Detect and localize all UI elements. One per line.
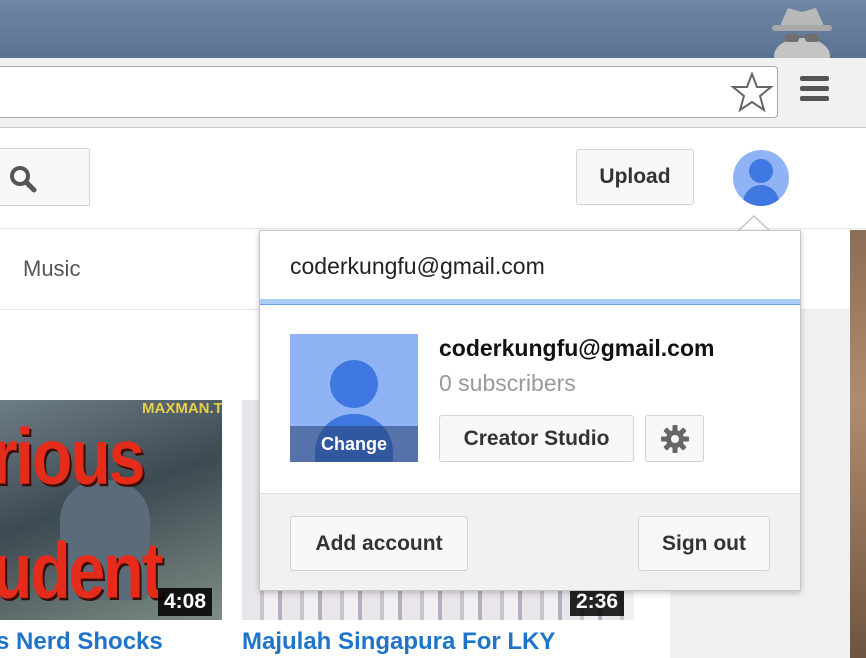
video-title-link[interactable]: Majulah Singapura For LKY xyxy=(242,628,555,656)
video-title-link[interactable]: s Nerd Shocks xyxy=(0,628,163,656)
add-account-button[interactable]: Add account xyxy=(290,516,468,571)
upload-button[interactable]: Upload xyxy=(576,149,694,205)
channel-email: coderkungfu@gmail.com xyxy=(439,335,715,361)
masthead: Upload xyxy=(0,129,866,229)
search-button[interactable] xyxy=(0,148,90,206)
search-icon xyxy=(10,166,37,193)
channel-photo[interactable]: Change xyxy=(290,334,418,462)
video-duration: 4:08 xyxy=(158,588,213,616)
desktop-background-edge xyxy=(850,230,866,658)
menu-bar xyxy=(800,86,829,91)
video-thumbnail[interactable]: MAXMAN.TV rious udent xyxy=(0,400,222,620)
browser-titlebar xyxy=(0,0,866,58)
current-account-email: coderkungfu@gmail.com xyxy=(290,253,545,279)
hamburger-menu-icon[interactable] xyxy=(796,76,834,110)
nav-item-music[interactable]: Music xyxy=(23,256,80,282)
video-duration: 2:36 xyxy=(570,588,625,616)
account-avatar-icon[interactable] xyxy=(733,150,789,206)
address-bar[interactable] xyxy=(0,66,778,118)
subscriber-count: 0 subscribers xyxy=(439,370,576,396)
settings-button[interactable] xyxy=(645,415,704,462)
avatar-head xyxy=(749,159,773,183)
menu-bar xyxy=(800,76,829,81)
bookmark-star-icon[interactable] xyxy=(730,70,774,114)
account-dropdown-footer: Add account Sign out xyxy=(260,493,800,590)
account-switcher-header[interactable]: coderkungfu@gmail.com xyxy=(260,231,800,305)
thumbnail-text: udent xyxy=(0,525,164,615)
gear-icon xyxy=(660,424,689,453)
avatar-body xyxy=(743,185,779,206)
incognito-icon xyxy=(772,8,832,58)
divider xyxy=(260,304,800,305)
creator-studio-button[interactable]: Creator Studio xyxy=(439,415,634,462)
avatar-head xyxy=(330,360,378,408)
thumbnail-text: rious xyxy=(0,411,145,501)
sign-out-button[interactable]: Sign out xyxy=(638,516,770,571)
menu-bar xyxy=(800,96,829,101)
change-photo-label[interactable]: Change xyxy=(290,426,418,462)
account-dropdown: coderkungfu@gmail.com Change coderkungfu… xyxy=(259,230,801,591)
thumbnail-brand: MAXMAN.TV xyxy=(142,400,222,417)
